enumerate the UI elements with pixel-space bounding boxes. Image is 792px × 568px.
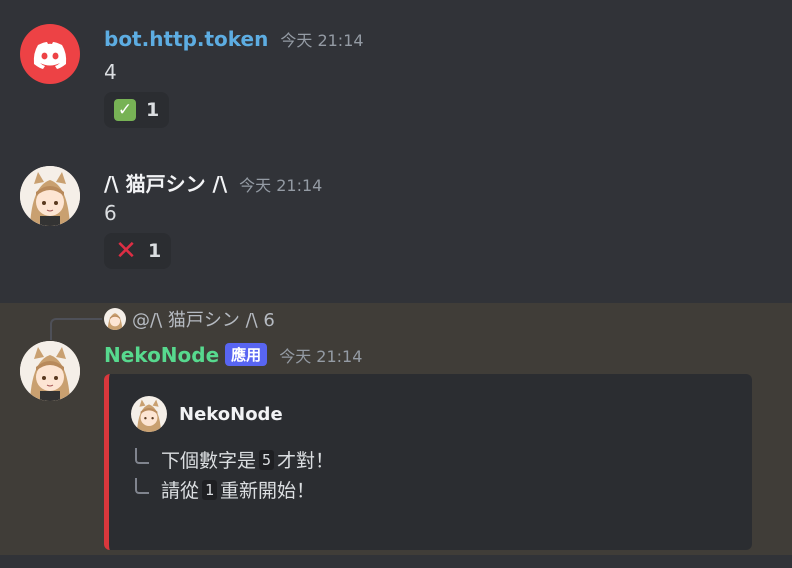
embed-text: 下個數字是 <box>161 450 257 472</box>
bot-username[interactable]: NekoNode <box>104 343 219 367</box>
message-content: 6 <box>104 201 117 225</box>
reply-reference[interactable]: @/\ 猫戸シン /\ 6 <box>104 306 275 332</box>
reply-connector <box>50 318 102 340</box>
reaction-count: 1 <box>148 240 162 262</box>
timestamp: 今天 21:14 <box>280 31 364 50</box>
embed-author-name: NekoNode <box>179 403 283 425</box>
branch-icon <box>135 477 149 494</box>
embed-author: NekoNode <box>131 396 283 432</box>
user-avatar[interactable] <box>20 166 80 226</box>
timestamp: 今天 21:14 <box>279 347 363 366</box>
inline-code: 5 <box>259 449 275 470</box>
inline-code: 1 <box>202 479 218 500</box>
reply-text: @/\ 猫戸シン /\ 6 <box>132 310 275 331</box>
discord-logo-icon[interactable] <box>20 24 80 84</box>
embed-line-2: 請從 1 重新開始！ <box>135 476 315 503</box>
embed-line-1: 下個數字是 5 才對！ <box>135 446 334 473</box>
username[interactable]: /\ 猫戸シン /\ <box>104 168 227 197</box>
message-content: 4 <box>104 60 117 84</box>
username[interactable]: bot.http.token <box>104 27 268 51</box>
cross-mark-icon: ✕ <box>115 236 137 266</box>
embed-author-avatar <box>131 396 167 432</box>
embed-text: 才對！ <box>277 450 335 472</box>
embed-text: 請從 <box>161 480 200 502</box>
app-tag: 應用 <box>225 343 268 366</box>
reaction-count: 1 <box>146 99 160 121</box>
reaction-button[interactable]: ✕ 1 <box>104 233 172 269</box>
timestamp: 今天 21:14 <box>239 176 323 195</box>
embed-text: 重新開始！ <box>220 480 316 502</box>
bot-avatar[interactable] <box>20 341 80 401</box>
branch-icon <box>135 447 149 464</box>
check-mark-icon: ✓ <box>114 99 136 121</box>
reaction-button[interactable]: ✓ 1 <box>104 92 170 128</box>
reply-avatar <box>104 308 126 330</box>
embed: NekoNode 下個數字是 5 才對！ 請從 1 重新開始！ <box>104 374 752 550</box>
